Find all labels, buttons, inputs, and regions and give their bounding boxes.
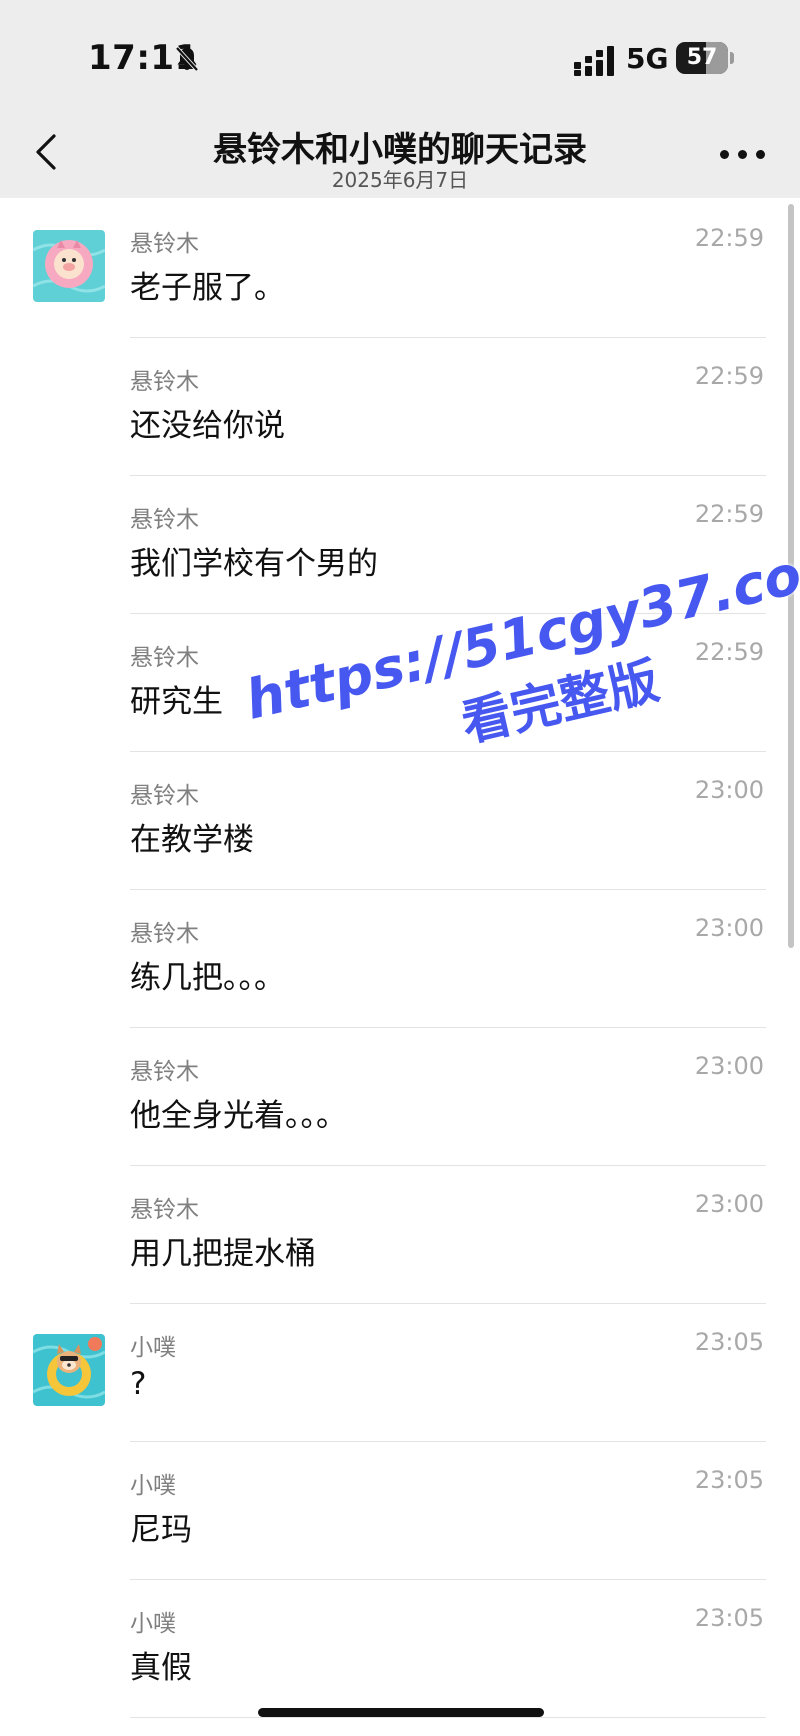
- message-text: 还没给你说: [130, 408, 285, 444]
- message-time: 22:59: [694, 224, 764, 252]
- network-type: 5G: [626, 42, 669, 75]
- sender-name: 小噗: [130, 1473, 176, 1499]
- message-item: 小噗 23:05 尼玛: [0, 1442, 800, 1580]
- message-item: 悬铃木 23:00 在教学楼: [0, 752, 800, 890]
- sender-name: 悬铃木: [130, 231, 199, 257]
- message-text: 他全身光着。。。: [130, 1098, 347, 1134]
- message-item: 悬铃木 23:00 练几把。。。: [0, 890, 800, 1028]
- avatar-dog-icon[interactable]: [33, 1334, 105, 1406]
- message-item: 悬铃木 23:00 他全身光着。。。: [0, 1028, 800, 1166]
- message-time: 23:00: [694, 914, 764, 942]
- message-item: 悬铃木 23:00 用几把提水桶: [0, 1166, 800, 1304]
- message-item: 悬铃木 22:59 我们学校有个男的: [0, 476, 800, 614]
- more-options-icon[interactable]: [720, 150, 768, 162]
- battery-icon: 57: [676, 42, 728, 74]
- sender-name: 悬铃木: [130, 1197, 199, 1223]
- sender-name: 悬铃木: [130, 1059, 199, 1085]
- message-time: 23:00: [694, 776, 764, 804]
- avatar-pig-icon[interactable]: [33, 230, 105, 302]
- bell-muted-icon: [175, 46, 199, 72]
- sender-name: 悬铃木: [130, 369, 199, 395]
- message-time: 23:05: [694, 1466, 764, 1494]
- page-subtitle-date: 2025年6月7日: [331, 168, 469, 192]
- message-text: 用几把提水桶: [130, 1236, 316, 1272]
- battery-percent: 57: [686, 45, 718, 70]
- message-item: 小噗 23:05 真假: [0, 1580, 800, 1718]
- cellular-signal-icon: [574, 46, 614, 76]
- sender-name: 悬铃木: [130, 783, 199, 809]
- message-text: 真假: [130, 1650, 192, 1686]
- message-time: 22:59: [694, 638, 764, 666]
- message-item: 悬铃木 22:59 研究生: [0, 614, 800, 752]
- sender-name: 小噗: [130, 1335, 176, 1361]
- divider: [130, 1717, 766, 1718]
- message-text: 老子服了。: [130, 270, 285, 306]
- home-indicator[interactable]: [258, 1708, 544, 1717]
- sender-name: 悬铃木: [130, 507, 199, 533]
- message-time: 22:59: [694, 362, 764, 390]
- sender-name: 小噗: [130, 1611, 176, 1637]
- message-text: 在教学楼: [130, 822, 254, 858]
- message-text: 尼玛: [130, 1512, 192, 1548]
- sender-name: 悬铃木: [130, 921, 199, 947]
- message-time: 23:05: [694, 1328, 764, 1356]
- message-text: 我们学校有个男的: [130, 546, 378, 582]
- message-time: 22:59: [694, 500, 764, 528]
- message-time: 23:05: [694, 1604, 764, 1632]
- message-text: 练几把。。。: [130, 960, 285, 996]
- battery-tip: [730, 52, 734, 64]
- message-item: 悬铃木 22:59 还没给你说: [0, 338, 800, 476]
- message-text: ?: [130, 1366, 147, 1402]
- sender-name: 悬铃木: [130, 645, 199, 671]
- message-item: 小噗 23:05 ?: [0, 1304, 800, 1442]
- message-time: 23:00: [694, 1190, 764, 1218]
- message-item: 悬铃木 22:59 老子服了。: [0, 200, 800, 338]
- message-time: 23:00: [694, 1052, 764, 1080]
- message-text: 研究生: [130, 684, 223, 720]
